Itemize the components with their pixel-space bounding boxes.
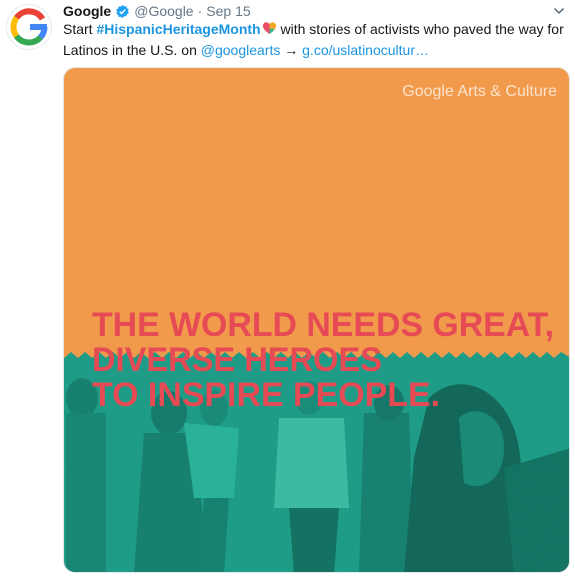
url-link[interactable]: g.co/uslatinocultur… (302, 42, 429, 58)
timestamp[interactable]: Sep 15 (206, 3, 250, 19)
media-image[interactable]: Google Arts & Culture THE WORLD NEEDS GR… (63, 67, 570, 573)
author-name[interactable]: Google (63, 3, 111, 19)
text-segment: with stories of activists who paved the … (276, 21, 564, 37)
tweet-text: Start #HispanicHeritageMonth with storie… (63, 19, 568, 61)
arrow-text: → (280, 42, 303, 58)
headline-line-2: DIVERSE HEROES (92, 341, 382, 379)
author-handle[interactable]: @Google (134, 3, 193, 19)
tweet-text-line-1: Start #HispanicHeritageMonth with storie… (63, 19, 568, 40)
mention-link[interactable]: @googlearts (201, 42, 281, 58)
avatar[interactable] (6, 4, 52, 50)
tweet: Google @Google · Sep 15 Start #HispanicH… (0, 0, 575, 577)
media-brand-text: Google Arts & Culture (402, 83, 557, 100)
headline-line-3: TO INSPIRE PEOPLE. (92, 376, 440, 414)
text-segment: Latinos in the U.S. on (63, 42, 201, 58)
tweet-text-line-2: Latinos in the U.S. on @googlearts → g.c… (63, 40, 568, 61)
tweet-header: Google @Google · Sep 15 (63, 1, 551, 21)
chevron-down-icon[interactable] (553, 4, 565, 16)
text-segment: Start (63, 21, 97, 37)
heart-emoji-icon (262, 21, 277, 36)
separator-dot: · (197, 3, 203, 19)
headline-line-1: THE WORLD NEEDS GREAT, (92, 306, 554, 344)
hashtag-link[interactable]: #HispanicHeritageMonth (96, 21, 260, 37)
verified-badge-icon (115, 4, 130, 19)
google-logo-icon (10, 8, 48, 46)
